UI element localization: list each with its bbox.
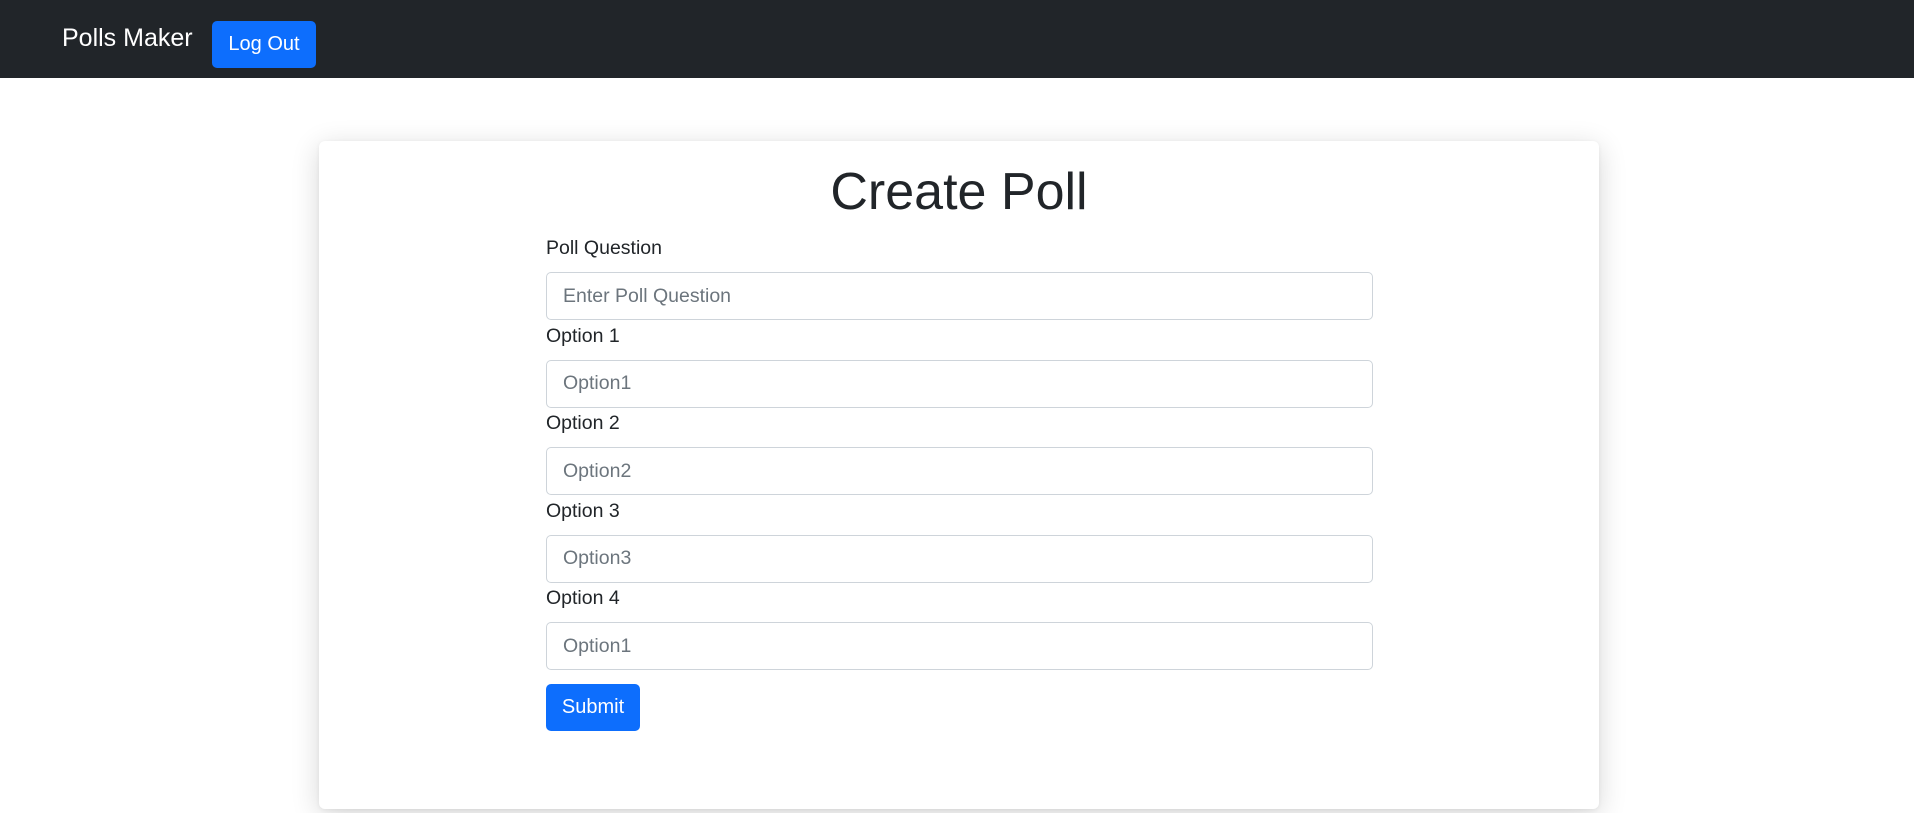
option-3-group: Option 3 [546, 497, 1373, 585]
option-4-input[interactable] [546, 622, 1373, 670]
submit-button[interactable]: Submit [546, 684, 640, 731]
create-poll-form: Poll Question Option 1 Option 2 Option 3… [546, 234, 1373, 731]
poll-question-group: Poll Question [546, 234, 1373, 322]
option-2-input[interactable] [546, 447, 1373, 495]
option-2-label: Option 2 [546, 412, 620, 434]
brand-link[interactable]: Polls Maker [62, 22, 193, 54]
navbar: Polls Maker Log Out [0, 0, 1914, 78]
page-title: Create Poll [830, 163, 1088, 221]
option-3-input[interactable] [546, 534, 1373, 583]
create-poll-card: Create Poll Poll Question Option 1 Optio… [319, 141, 1599, 809]
option-2-group: Option 2 [546, 409, 1373, 497]
option-1-label: Option 1 [546, 324, 620, 347]
poll-question-input[interactable] [546, 272, 1373, 320]
option-3-label: Option 3 [546, 499, 620, 522]
option-1-input[interactable] [546, 359, 1373, 408]
logout-button[interactable]: Log Out [212, 21, 316, 68]
poll-question-label: Poll Question [546, 237, 662, 259]
option-1-group: Option 1 [546, 322, 1373, 410]
option-4-group: Option 4 [546, 584, 1373, 670]
option-4-label: Option 4 [546, 587, 620, 609]
